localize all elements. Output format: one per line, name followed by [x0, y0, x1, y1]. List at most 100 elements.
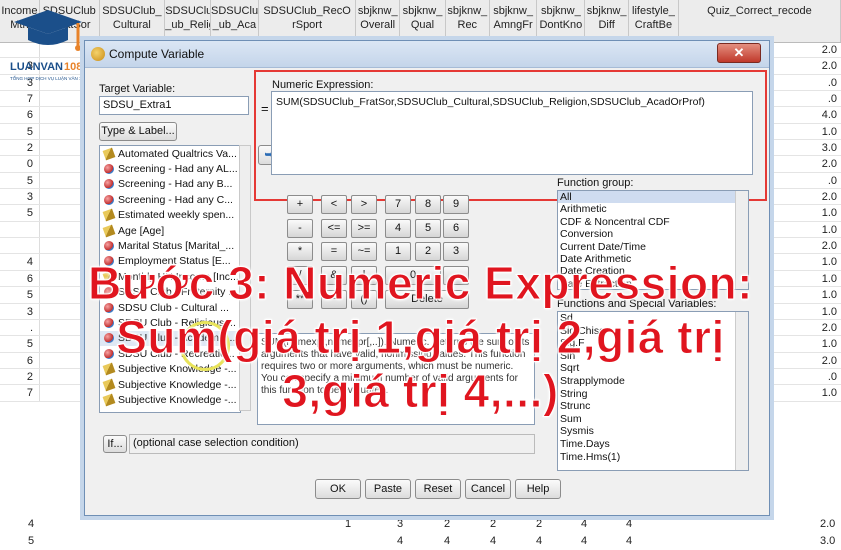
column-header[interactable]: sbjknw_ Qual	[400, 0, 446, 42]
function-group-item[interactable]: Conversion	[558, 228, 748, 240]
calc-key[interactable]: 7	[385, 195, 411, 214]
column-header[interactable]: sbjknw_ AmngFr	[490, 0, 538, 42]
scale-variable-icon	[102, 147, 116, 161]
nominal-variable-icon	[104, 241, 114, 252]
paste-button[interactable]: Paste	[365, 479, 411, 499]
function-group-item[interactable]: CDF & Noncentral CDF	[558, 216, 748, 228]
row-left-value[interactable]: 7	[0, 91, 40, 107]
function-group-item[interactable]: Arithmetic	[558, 203, 748, 215]
cell-value[interactable]: 4	[581, 518, 587, 530]
row-left-value[interactable]: 5	[0, 172, 40, 189]
case-selection-condition: (optional case selection condition)	[129, 434, 535, 454]
variable-list-item[interactable]: Estimated weekly spen...	[100, 208, 240, 223]
column-header[interactable]: sbjknw_ Diff	[585, 0, 630, 42]
cell-value[interactable]: 4	[581, 535, 587, 547]
row-quiz-value[interactable]: 1.0	[795, 205, 841, 220]
row-left-value[interactable]	[0, 221, 40, 238]
row-quiz-value[interactable]: 2.0	[795, 189, 841, 204]
target-variable-input[interactable]: SDSU_Extra1	[99, 96, 249, 115]
ok-button[interactable]: OK	[315, 479, 361, 499]
function-item[interactable]: Sysmis	[558, 425, 748, 438]
variable-list-item[interactable]: Age [Age]	[100, 223, 240, 238]
cell-value[interactable]: 2	[536, 518, 542, 530]
row-left-value[interactable]: 5	[0, 205, 40, 221]
calc-key[interactable]: 4	[385, 219, 411, 238]
row-quiz-value[interactable]: 3.0	[795, 140, 841, 155]
column-header[interactable]: sbjknw_ DontKno	[537, 0, 586, 42]
variable-list-item[interactable]: Screening - Had any AL...	[100, 161, 240, 176]
row-left-value[interactable]: 4	[28, 518, 34, 530]
help-button[interactable]: Help	[515, 479, 561, 499]
column-header[interactable]: SDSUClub_ Cultural	[100, 0, 166, 42]
row-quiz-value[interactable]: 1.0	[795, 222, 841, 237]
calc-key[interactable]: <	[321, 195, 347, 214]
cell-value[interactable]: 4	[536, 535, 542, 547]
calc-key[interactable]: 9	[443, 195, 469, 214]
row-quiz-value[interactable]: 2.0	[820, 518, 835, 530]
if-button[interactable]: If...	[103, 435, 127, 453]
row-quiz-value[interactable]: 1.0	[795, 124, 841, 139]
cell-value[interactable]: 1	[345, 518, 351, 530]
cell-value[interactable]: 4	[626, 518, 632, 530]
variable-label: Estimated weekly spen...	[118, 209, 235, 222]
scale-variable-icon	[102, 208, 116, 222]
row-left-value[interactable]: 2	[0, 140, 40, 156]
cell-value[interactable]: 3	[397, 518, 403, 530]
close-button[interactable]: ✕	[717, 43, 761, 63]
cell-value[interactable]: 4	[444, 535, 450, 547]
row-quiz-value[interactable]: .0	[795, 75, 841, 90]
cell-value[interactable]: 4	[397, 535, 403, 547]
variable-list-item[interactable]: Automated Qualtrics Va...	[100, 146, 240, 161]
function-item[interactable]: Time.Days	[558, 438, 748, 451]
column-header[interactable]: lifestyle_ CraftBe	[629, 0, 679, 42]
dialog-titlebar[interactable]: Compute Variable ✕	[85, 41, 769, 68]
caption-line-1: Bước 3: Numeric Expression:	[88, 257, 753, 310]
cell-value[interactable]: 2	[490, 518, 496, 530]
column-header[interactable]: sbjknw_ Rec	[446, 0, 490, 42]
calc-key[interactable]: +	[287, 195, 313, 214]
cancel-button[interactable]: Cancel	[465, 479, 511, 499]
variable-list-item[interactable]: Marital Status [Marital_...	[100, 238, 240, 253]
cell-value[interactable]: 4	[626, 535, 632, 547]
column-header[interactable]: Quiz_Correct_recode	[679, 0, 841, 42]
variable-label: Screening - Had any C...	[118, 193, 233, 206]
column-header[interactable]: SDSUClub_RecO rSport	[259, 0, 357, 42]
cell-value[interactable]: 2	[444, 518, 450, 530]
cell-value[interactable]: 4	[490, 535, 496, 547]
spss-app-icon	[91, 47, 105, 61]
row-quiz-value[interactable]: 2.0	[795, 238, 841, 253]
nominal-variable-icon	[104, 164, 114, 175]
row-quiz-value[interactable]: 2.0	[795, 42, 841, 57]
column-header[interactable]: SDSUClub _ub_Relig	[165, 0, 211, 42]
row-left-value[interactable]: 5	[0, 123, 40, 140]
variable-list-item[interactable]: Screening - Had any C...	[100, 192, 240, 207]
row-left-value[interactable]	[0, 238, 40, 254]
row-quiz-value[interactable]: 2.0	[795, 58, 841, 73]
reset-button[interactable]: Reset	[415, 479, 461, 499]
row-left-value[interactable]: 0	[0, 156, 40, 172]
row-left-value[interactable]: 3	[0, 189, 40, 205]
column-header[interactable]: SDSUClub _ub_Aca	[211, 0, 259, 42]
row-quiz-value[interactable]: .0	[795, 91, 841, 106]
calc-key[interactable]: 8	[415, 195, 441, 214]
calc-key[interactable]: >=	[351, 219, 377, 238]
row-left-value[interactable]: 6	[0, 107, 40, 123]
row-quiz-value[interactable]: 2.0	[795, 156, 841, 171]
function-group-item[interactable]: Current Date/Time	[558, 241, 748, 253]
calc-key[interactable]: 5	[415, 219, 441, 238]
row-left-value[interactable]: 5	[28, 535, 34, 547]
calc-key[interactable]: <=	[321, 219, 347, 238]
variable-label: Screening - Had any AL...	[118, 163, 238, 176]
calc-key[interactable]: >	[351, 195, 377, 214]
bottom-data-rows: 4 1 3 2 2 2 4 4 2.0 5 4 4 4 4 4 4 3.0	[0, 512, 841, 550]
function-group-item[interactable]: All	[558, 191, 748, 204]
calc-key[interactable]: 6	[443, 219, 469, 238]
type-and-label-button[interactable]: Type & Label...	[99, 122, 177, 141]
function-item[interactable]: Time.Hms(1)	[558, 451, 748, 464]
variable-list-item[interactable]: Screening - Had any B...	[100, 177, 240, 192]
column-header[interactable]: sbjknw_ Overall	[356, 0, 401, 42]
row-quiz-value[interactable]: 3.0	[820, 535, 835, 547]
row-quiz-value[interactable]: .0	[795, 173, 841, 188]
calc-key[interactable]: -	[287, 219, 313, 238]
row-quiz-value[interactable]: 4.0	[795, 107, 841, 122]
